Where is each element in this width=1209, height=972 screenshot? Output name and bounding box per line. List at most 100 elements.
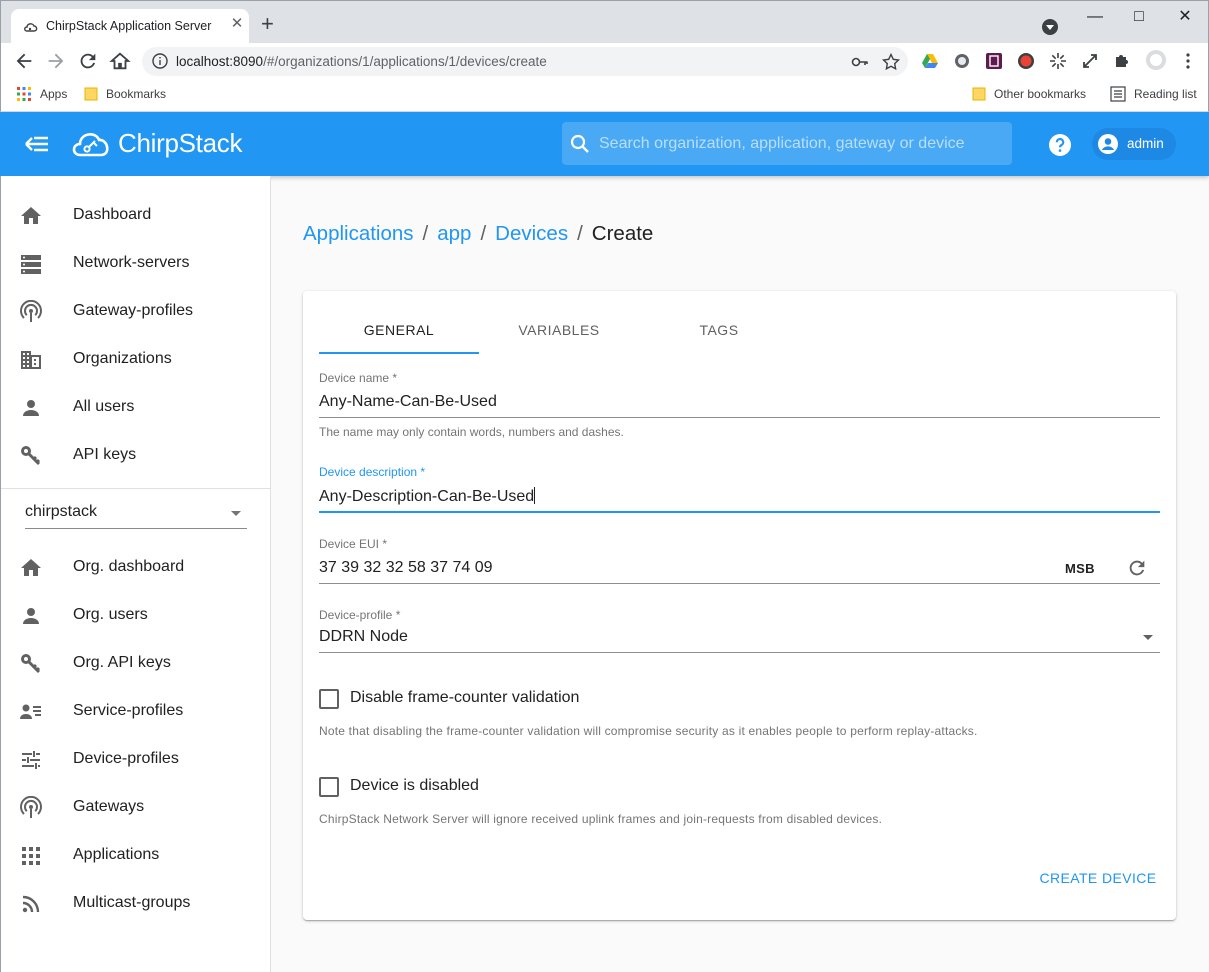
new-tab-icon[interactable]: + (261, 13, 274, 35)
search-box[interactable] (562, 122, 1012, 165)
refresh-icon[interactable] (1126, 557, 1148, 579)
back-icon[interactable] (13, 50, 35, 72)
sidebar-item-org-users[interactable]: Org. users (1, 592, 271, 640)
sidebar-item-gateway-profiles[interactable]: Gateway-profiles (1, 288, 271, 336)
breadcrumb-devices[interactable]: Devices (495, 222, 568, 245)
tab-variables[interactable]: VARIABLES (479, 315, 639, 355)
sidebar-item-device-profiles[interactable]: Device-profiles (1, 736, 271, 784)
device-eui-underline (319, 583, 1160, 584)
sidebar-item-label: Org. users (73, 606, 148, 623)
profile-avatar-icon[interactable] (1145, 49, 1167, 71)
password-key-icon[interactable] (851, 53, 869, 71)
address-bar[interactable]: localhost:8090/#/organizations/1/applica… (142, 47, 908, 76)
extensions-puzzle-icon[interactable] (1113, 52, 1131, 70)
search-input[interactable] (599, 122, 1004, 165)
device-name-input[interactable]: Any-Name-Can-Be-Used (319, 393, 497, 411)
device-description-input[interactable]: Any-Description-Can-Be-Used (319, 487, 536, 506)
url-host: localhost:8090 (176, 54, 264, 69)
breadcrumb-separator: / (480, 222, 487, 245)
sidebar-item-multicast-groups[interactable]: Multicast-groups (1, 880, 271, 928)
extension-burst-icon[interactable] (1049, 52, 1067, 70)
bookmark-apps[interactable]: Apps (16, 86, 67, 102)
bookmark-other[interactable]: Other bookmarks (972, 86, 1086, 102)
sidebar-item-all-users[interactable]: All users (1, 384, 271, 432)
help-icon[interactable] (1048, 133, 1072, 157)
breadcrumb-app[interactable]: app (437, 222, 471, 245)
tab-indicator (319, 352, 479, 354)
expand-icon[interactable] (1081, 52, 1099, 70)
device-profile-select[interactable]: DDRN Node (319, 628, 408, 646)
chevron-down-icon[interactable] (1143, 635, 1153, 640)
site-info-icon[interactable] (152, 53, 168, 69)
sidebar-item-label: All users (73, 398, 135, 415)
sidebar-item-organizations[interactable]: Organizations (1, 336, 271, 384)
forward-icon[interactable] (45, 50, 67, 72)
bookmark-folder-bookmarks[interactable]: Bookmarks (84, 86, 166, 102)
sidebar-item-service-profiles[interactable]: Service-profiles (1, 688, 271, 736)
bookmarks-bar: Apps Bookmarks Other bookmarks Reading l… (0, 79, 1209, 112)
reload-icon[interactable] (77, 50, 99, 72)
device-disabled-label[interactable]: Device is disabled (350, 777, 479, 795)
extension-document-icon[interactable] (985, 52, 1003, 70)
menu-toggle-icon[interactable] (24, 132, 50, 156)
disable-fcnt-checkbox[interactable] (319, 689, 339, 709)
google-drive-icon[interactable] (921, 52, 939, 70)
key-icon (21, 654, 41, 674)
person-icon (23, 400, 39, 416)
maximize-icon[interactable]: □ (1129, 7, 1149, 27)
folder-icon (84, 87, 98, 101)
breadcrumb-separator: / (577, 222, 583, 245)
sidebar-item-org-dashboard[interactable]: Org. dashboard (1, 544, 271, 592)
user-menu-button[interactable]: admin (1092, 128, 1176, 160)
chevron-down-icon (231, 511, 241, 516)
bookmark-star-icon[interactable] (882, 53, 900, 71)
chirpstack-favicon-icon (24, 23, 38, 32)
byte-order-toggle[interactable]: MSB (1065, 561, 1095, 576)
sidebar-item-label: Multicast-groups (73, 894, 191, 911)
minimize-icon[interactable]: — (1085, 7, 1105, 27)
tab-general[interactable]: GENERAL (319, 315, 479, 355)
breadcrumb: Applications / app / Devices / Create (303, 222, 653, 246)
more-menu-icon[interactable] (1179, 52, 1197, 70)
chirpstack-logo[interactable]: ChirpStack (70, 123, 242, 163)
url-path: /#/organizations/1/applications/1/device… (263, 54, 547, 69)
username: admin (1127, 136, 1164, 151)
sidebar-item-applications[interactable]: Applications (1, 832, 271, 880)
sidebar-item-gateways[interactable]: Gateways (1, 784, 271, 832)
device-name-help: The name may only contain words, numbers… (319, 425, 624, 439)
rss-icon (22, 895, 40, 913)
antenna-icon (20, 300, 42, 322)
sidebar-item-label: Dashboard (73, 206, 152, 223)
close-window-icon[interactable]: ✕ (1175, 7, 1195, 27)
antenna-icon (20, 796, 42, 818)
disable-fcnt-label[interactable]: Disable frame-counter validation (350, 689, 579, 707)
url-text: localhost:8090/#/organizations/1/applica… (176, 54, 547, 69)
sidebar-item-api-keys[interactable]: API keys (1, 432, 271, 480)
device-name-underline (319, 417, 1160, 418)
sidebar-item-dashboard[interactable]: Dashboard (1, 192, 271, 240)
home-browser-icon[interactable] (109, 50, 131, 72)
sidebar-item-label: Gateways (73, 798, 145, 815)
folder-icon (972, 87, 986, 101)
profile-menu-icon[interactable] (1041, 18, 1059, 36)
close-tab-icon[interactable]: ✕ (229, 16, 245, 32)
sidebar-item-network-servers[interactable]: Network-servers (1, 240, 271, 288)
home-icon (21, 207, 41, 224)
extension-circle-icon[interactable] (953, 52, 971, 70)
device-disabled-checkbox[interactable] (319, 777, 339, 797)
organization-select[interactable]: chirpstack (25, 501, 247, 529)
record-icon[interactable] (1017, 52, 1035, 70)
browser-tab[interactable]: ChirpStack Application Server ✕ (11, 9, 249, 44)
sidebar-item-org-api-keys[interactable]: Org. API keys (1, 640, 271, 688)
device-description-value: Any-Description-Can-Be-Used (319, 488, 535, 505)
bookmark-apps-label: Apps (40, 87, 68, 101)
device-eui-input[interactable]: 37 39 32 32 58 37 74 09 (319, 559, 493, 577)
breadcrumb-applications[interactable]: Applications (303, 222, 414, 245)
app-bar: ChirpStack admin (0, 112, 1209, 176)
reading-list[interactable]: Reading list (1110, 86, 1197, 102)
sidebar-item-label: Organizations (73, 350, 172, 367)
browser-tab-bar: ChirpStack Application Server ✕ + — □ ✕ (0, 0, 1209, 44)
organization-select-value: chirpstack (25, 503, 98, 520)
tab-tags[interactable]: TAGS (639, 315, 799, 355)
create-device-button[interactable]: CREATE DEVICE (1037, 865, 1159, 895)
